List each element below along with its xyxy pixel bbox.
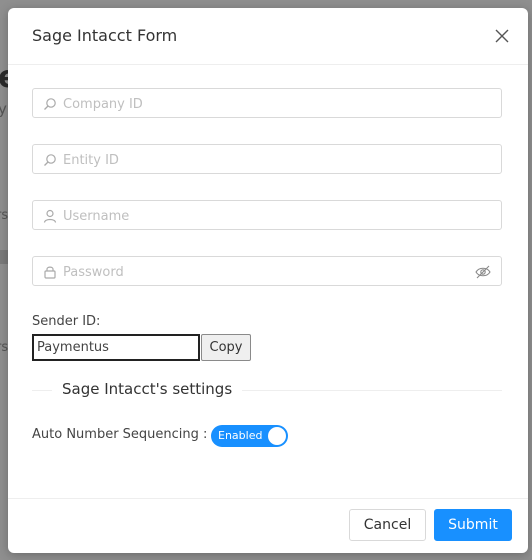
modal-title: Sage Intacct Form: [32, 26, 178, 45]
sender-id-input[interactable]: [32, 334, 200, 361]
search-icon: [44, 154, 56, 166]
settings-section-title: Sage Intacct's settings: [52, 380, 243, 398]
background-page-fragment: rs: [0, 340, 9, 355]
close-icon: [495, 29, 509, 43]
background-page-fragment: y: [0, 100, 7, 118]
modal-header: Sage Intacct Form: [8, 8, 528, 65]
auto-number-sequencing-toggle[interactable]: Enabled: [211, 425, 288, 447]
submit-button[interactable]: Submit: [434, 509, 512, 541]
company-id-input[interactable]: [61, 89, 485, 119]
username-input[interactable]: [61, 201, 485, 231]
entity-id-input[interactable]: [61, 145, 485, 175]
close-button[interactable]: [492, 26, 512, 46]
modal-footer: Cancel Submit: [8, 498, 528, 553]
sage-intacct-modal: Sage Intacct Form Company ID Entity ID U…: [8, 8, 528, 553]
toggle-knob: [268, 427, 286, 445]
cancel-button[interactable]: Cancel: [349, 509, 426, 541]
username-field[interactable]: [32, 200, 502, 231]
toggle-state-text: Enabled: [218, 429, 263, 442]
password-field[interactable]: [32, 256, 502, 287]
lock-icon: [44, 266, 56, 279]
search-icon: [44, 98, 56, 110]
company-id-field[interactable]: [32, 88, 502, 119]
copy-button[interactable]: Copy: [201, 334, 251, 361]
auto-number-sequencing-label: Auto Number Sequencing :: [32, 427, 208, 442]
background-page-fragment: rs: [0, 208, 9, 223]
eye-invisible-icon[interactable]: [475, 265, 491, 279]
password-input[interactable]: [61, 257, 485, 287]
entity-id-field[interactable]: [32, 144, 502, 175]
sender-id-label: Sender ID:: [32, 314, 101, 329]
user-icon: [43, 209, 57, 223]
